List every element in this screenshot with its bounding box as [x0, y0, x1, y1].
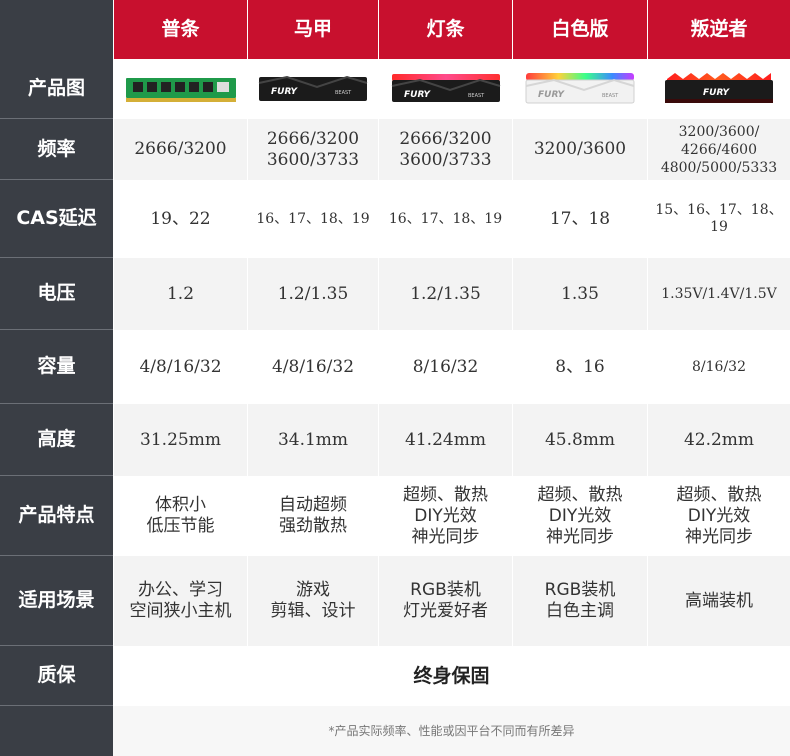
height-standard: 31.25mm	[113, 404, 247, 476]
row-label-capacity: 容量	[0, 330, 113, 404]
features-renegade: 超频、散热 DIY光效 神光同步	[647, 476, 790, 556]
product-image-vest: FURY BEAST	[247, 59, 378, 119]
scenarios-renegade: 高端装机	[647, 556, 790, 646]
product-image-standard	[113, 59, 247, 119]
product-image-rgb: FURY BEAST	[378, 59, 512, 119]
warranty-value: 终身保固	[113, 646, 790, 706]
voltage-white: 1.35	[512, 258, 647, 330]
capacity-standard: 4/8/16/32	[113, 330, 247, 404]
row-label-voltage: 电压	[0, 258, 113, 330]
ram-model-text: BEAST	[468, 93, 485, 99]
voltage-renegade: 1.35V/1.4V/1.5V	[647, 258, 790, 330]
column-header-renegade: 叛逆者	[647, 0, 790, 59]
column-header-standard: 普条	[113, 0, 247, 59]
cas-rgb: 16、17、18、19	[378, 180, 512, 258]
frequency-renegade: 3200/3600/ 4266/4600 4800/5000/5333	[647, 119, 790, 180]
black-heatsink-ram-icon: FURY BEAST	[258, 75, 368, 101]
product-image-renegade: FURY	[647, 59, 790, 119]
capacity-white: 8、16	[512, 330, 647, 404]
green-ram-stick-icon	[125, 78, 236, 102]
cas-renegade: 15、16、17、18、19	[647, 180, 790, 258]
features-white: 超频、散热 DIY光效 神光同步	[512, 476, 647, 556]
height-rgb: 41.24mm	[378, 404, 512, 476]
ram-brand-text: FURY	[271, 87, 299, 97]
product-image-white: FURY BEAST	[512, 59, 647, 119]
ram-brand-text: FURY	[538, 90, 566, 100]
column-header-rgb: 灯条	[378, 0, 512, 59]
voltage-standard: 1.2	[113, 258, 247, 330]
features-vest: 自动超频 强劲散热	[247, 476, 378, 556]
footnote: *产品实际频率、性能或因平台不同而有所差异	[113, 706, 790, 756]
frequency-vest: 2666/3200 3600/3733	[247, 119, 378, 180]
cas-standard: 19、22	[113, 180, 247, 258]
voltage-rgb: 1.2/1.35	[378, 258, 512, 330]
table-corner	[0, 0, 113, 59]
scenarios-vest: 游戏 剪辑、设计	[247, 556, 378, 646]
column-header-vest: 马甲	[247, 0, 378, 59]
height-white: 45.8mm	[512, 404, 647, 476]
comparison-table: 普条 马甲 灯条 白色版 叛逆者 产品图 FURY BEAST FURY BEA…	[0, 0, 790, 756]
scenarios-rgb: RGB装机 灯光爱好者	[378, 556, 512, 646]
ram-brand-text: FURY	[703, 88, 731, 98]
capacity-vest: 4/8/16/32	[247, 330, 378, 404]
row-label-cas: CAS延迟	[0, 180, 113, 258]
row-label-warranty: 质保	[0, 646, 113, 706]
features-rgb: 超频、散热 DIY光效 神光同步	[378, 476, 512, 556]
frequency-white: 3200/3600	[512, 119, 647, 180]
scenarios-white: RGB装机 白色主调	[512, 556, 647, 646]
row-label-features: 产品特点	[0, 476, 113, 556]
frequency-standard: 2666/3200	[113, 119, 247, 180]
renegade-ram-icon: FURY	[665, 73, 773, 103]
ram-brand-text: FURY	[404, 90, 432, 100]
voltage-vest: 1.2/1.35	[247, 258, 378, 330]
frequency-rgb: 2666/3200 3600/3733	[378, 119, 512, 180]
cas-white: 17、18	[512, 180, 647, 258]
height-vest: 34.1mm	[247, 404, 378, 476]
row-label-scenarios: 适用场景	[0, 556, 113, 646]
features-standard: 体积小 低压节能	[113, 476, 247, 556]
cas-vest: 16、17、18、19	[247, 180, 378, 258]
row-label-frequency: 频率	[0, 119, 113, 180]
ram-model-text: BEAST	[602, 93, 619, 99]
row-label-image: 产品图	[0, 59, 113, 119]
row-label-height: 高度	[0, 404, 113, 476]
capacity-rgb: 8/16/32	[378, 330, 512, 404]
ram-model-text: BEAST	[335, 90, 352, 96]
rgb-white-ram-icon: FURY BEAST	[525, 73, 635, 104]
scenarios-standard: 办公、学习 空间狭小主机	[113, 556, 247, 646]
column-header-white: 白色版	[512, 0, 647, 59]
rgb-black-ram-icon: FURY BEAST	[391, 74, 500, 102]
height-renegade: 42.2mm	[647, 404, 790, 476]
footnote-spacer	[0, 706, 113, 756]
capacity-renegade: 8/16/32	[647, 330, 790, 404]
